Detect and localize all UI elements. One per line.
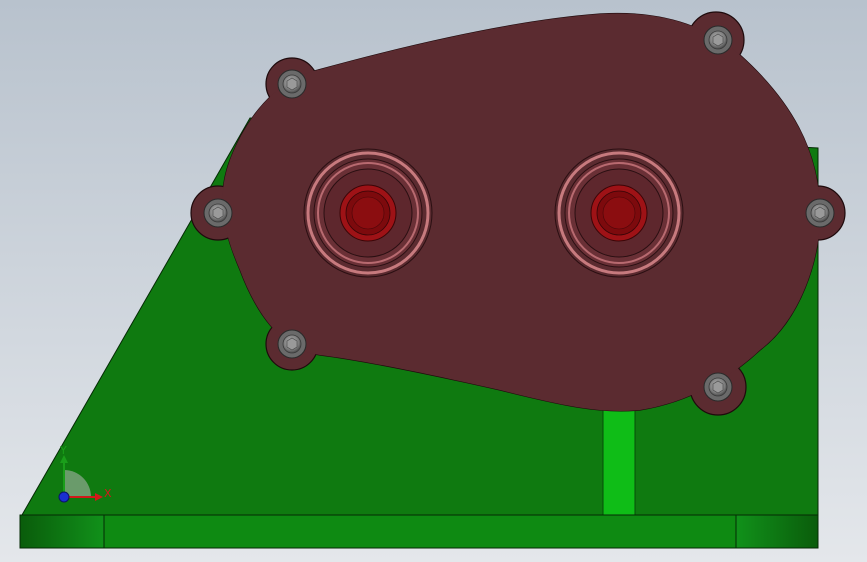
bolt[interactable]	[277, 69, 307, 99]
bolt[interactable]	[703, 25, 733, 55]
graphics-viewport[interactable]: Y X	[0, 0, 867, 562]
triad-x-label: X	[104, 487, 112, 500]
bolt[interactable]	[805, 198, 835, 228]
bearing-bore-left[interactable]	[303, 148, 433, 278]
bearing-bore-right[interactable]	[554, 148, 684, 278]
bolt[interactable]	[703, 372, 733, 402]
triad-z-axis	[58, 491, 70, 503]
bolt[interactable]	[277, 329, 307, 359]
support-rib[interactable]	[602, 404, 636, 516]
base-plate[interactable]	[19, 514, 819, 549]
triad-y-label: Y	[60, 444, 67, 457]
base-plate-end-right[interactable]	[735, 514, 819, 549]
bolt[interactable]	[203, 198, 233, 228]
base-plate-end-left[interactable]	[19, 514, 105, 549]
model-view[interactable]	[0, 0, 867, 562]
